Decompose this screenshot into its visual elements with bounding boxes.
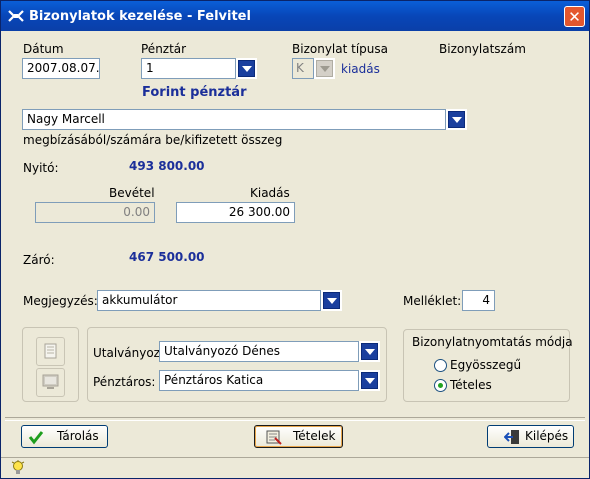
screen-preview-button[interactable] — [36, 368, 65, 397]
doc-type-text: kiadás — [341, 62, 380, 76]
note-dropdown-button[interactable] — [321, 290, 342, 311]
monitor-icon — [42, 374, 59, 389]
closing-value: 467 500.00 — [129, 250, 205, 264]
items-button-label: Tételek — [293, 429, 336, 443]
doc-type-label: Bizonylat típusa — [292, 42, 388, 56]
close-icon: ✕ — [568, 8, 581, 26]
print-preview-button[interactable] — [36, 337, 65, 366]
save-button-label: Tárolás — [57, 429, 99, 443]
items-icon — [266, 430, 282, 445]
cashier-dropdown-button[interactable] — [359, 370, 380, 391]
chevron-down-icon — [361, 372, 378, 389]
cashier-select[interactable]: Pénztáros Katica — [159, 370, 359, 391]
print-mode-title: Bizonylatnyomtatás módja — [412, 335, 573, 349]
authorizer-select[interactable]: Utalványozó Dénes — [159, 341, 359, 362]
doc-type-dropdown-button — [314, 58, 335, 79]
date-label: Dátum — [23, 42, 64, 56]
cashbox-name: Forint pénztár — [142, 85, 247, 100]
attachment-label: Melléklet: — [403, 294, 462, 308]
partner-dropdown-button[interactable] — [446, 109, 467, 130]
authorizer-dropdown-button[interactable] — [359, 341, 380, 362]
expense-label: Kiadás — [250, 186, 290, 200]
closing-label: Záró: — [23, 253, 55, 267]
partner-caption: megbízásából/számára be/kifizetett össze… — [23, 133, 283, 147]
close-button[interactable]: ✕ — [564, 6, 585, 27]
cashier-label: Pénztáros: — [93, 375, 156, 389]
chevron-down-icon — [448, 111, 465, 128]
exit-button-label: Kilépés — [525, 429, 569, 443]
note-select[interactable]: akkumulátor — [97, 290, 321, 311]
cashbox-dropdown-button[interactable] — [236, 58, 257, 79]
doc-number-label: Bizonylatszám — [439, 42, 526, 56]
note-label: Megjegyzés: — [23, 294, 98, 308]
chevron-down-icon — [323, 292, 340, 309]
cashbox-label: Pénztár — [141, 42, 187, 56]
cashbox-select[interactable]: 1 — [141, 58, 236, 79]
print-mode-radio-itemized[interactable] — [434, 379, 447, 392]
chevron-down-icon — [361, 343, 378, 360]
save-button[interactable]: Tárolás — [21, 425, 108, 448]
divider — [5, 417, 585, 421]
print-mode-radio-lump-sum[interactable] — [434, 359, 447, 372]
checkmark-icon — [28, 431, 44, 445]
opening-label: Nyitó: — [23, 161, 59, 175]
expense-input[interactable]: 26 300.00 — [176, 202, 295, 223]
lightbulb-icon — [11, 460, 25, 474]
exit-button[interactable]: Kilépés — [487, 425, 574, 448]
exit-door-icon — [504, 430, 519, 444]
doc-type-select: K — [292, 58, 314, 79]
chevron-down-icon — [316, 60, 333, 77]
date-input[interactable]: 2007.08.07. — [22, 58, 100, 79]
main-window: Bizonylatok kezelése - Felvitel ✕ Dátum … — [0, 0, 590, 479]
window-title: Bizonylatok kezelése - Felvitel — [29, 9, 251, 24]
chevron-down-icon — [238, 60, 255, 77]
print-mode-option-itemized[interactable]: Tételes — [450, 378, 492, 392]
items-button[interactable]: Tételek — [254, 425, 343, 448]
attachment-input[interactable]: 4 — [462, 290, 495, 311]
print-mode-option-lump-sum[interactable]: Egyösszegű — [450, 358, 521, 372]
partner-select[interactable]: Nagy Marcell — [22, 109, 446, 130]
title-bar[interactable]: Bizonylatok kezelése - Felvitel ✕ — [1, 1, 589, 31]
income-label: Bevétel — [109, 186, 155, 200]
income-input: 0.00 — [35, 202, 155, 223]
status-bar — [1, 457, 589, 478]
opening-value: 493 800.00 — [129, 159, 205, 173]
app-icon — [8, 10, 24, 22]
document-icon — [44, 343, 57, 359]
